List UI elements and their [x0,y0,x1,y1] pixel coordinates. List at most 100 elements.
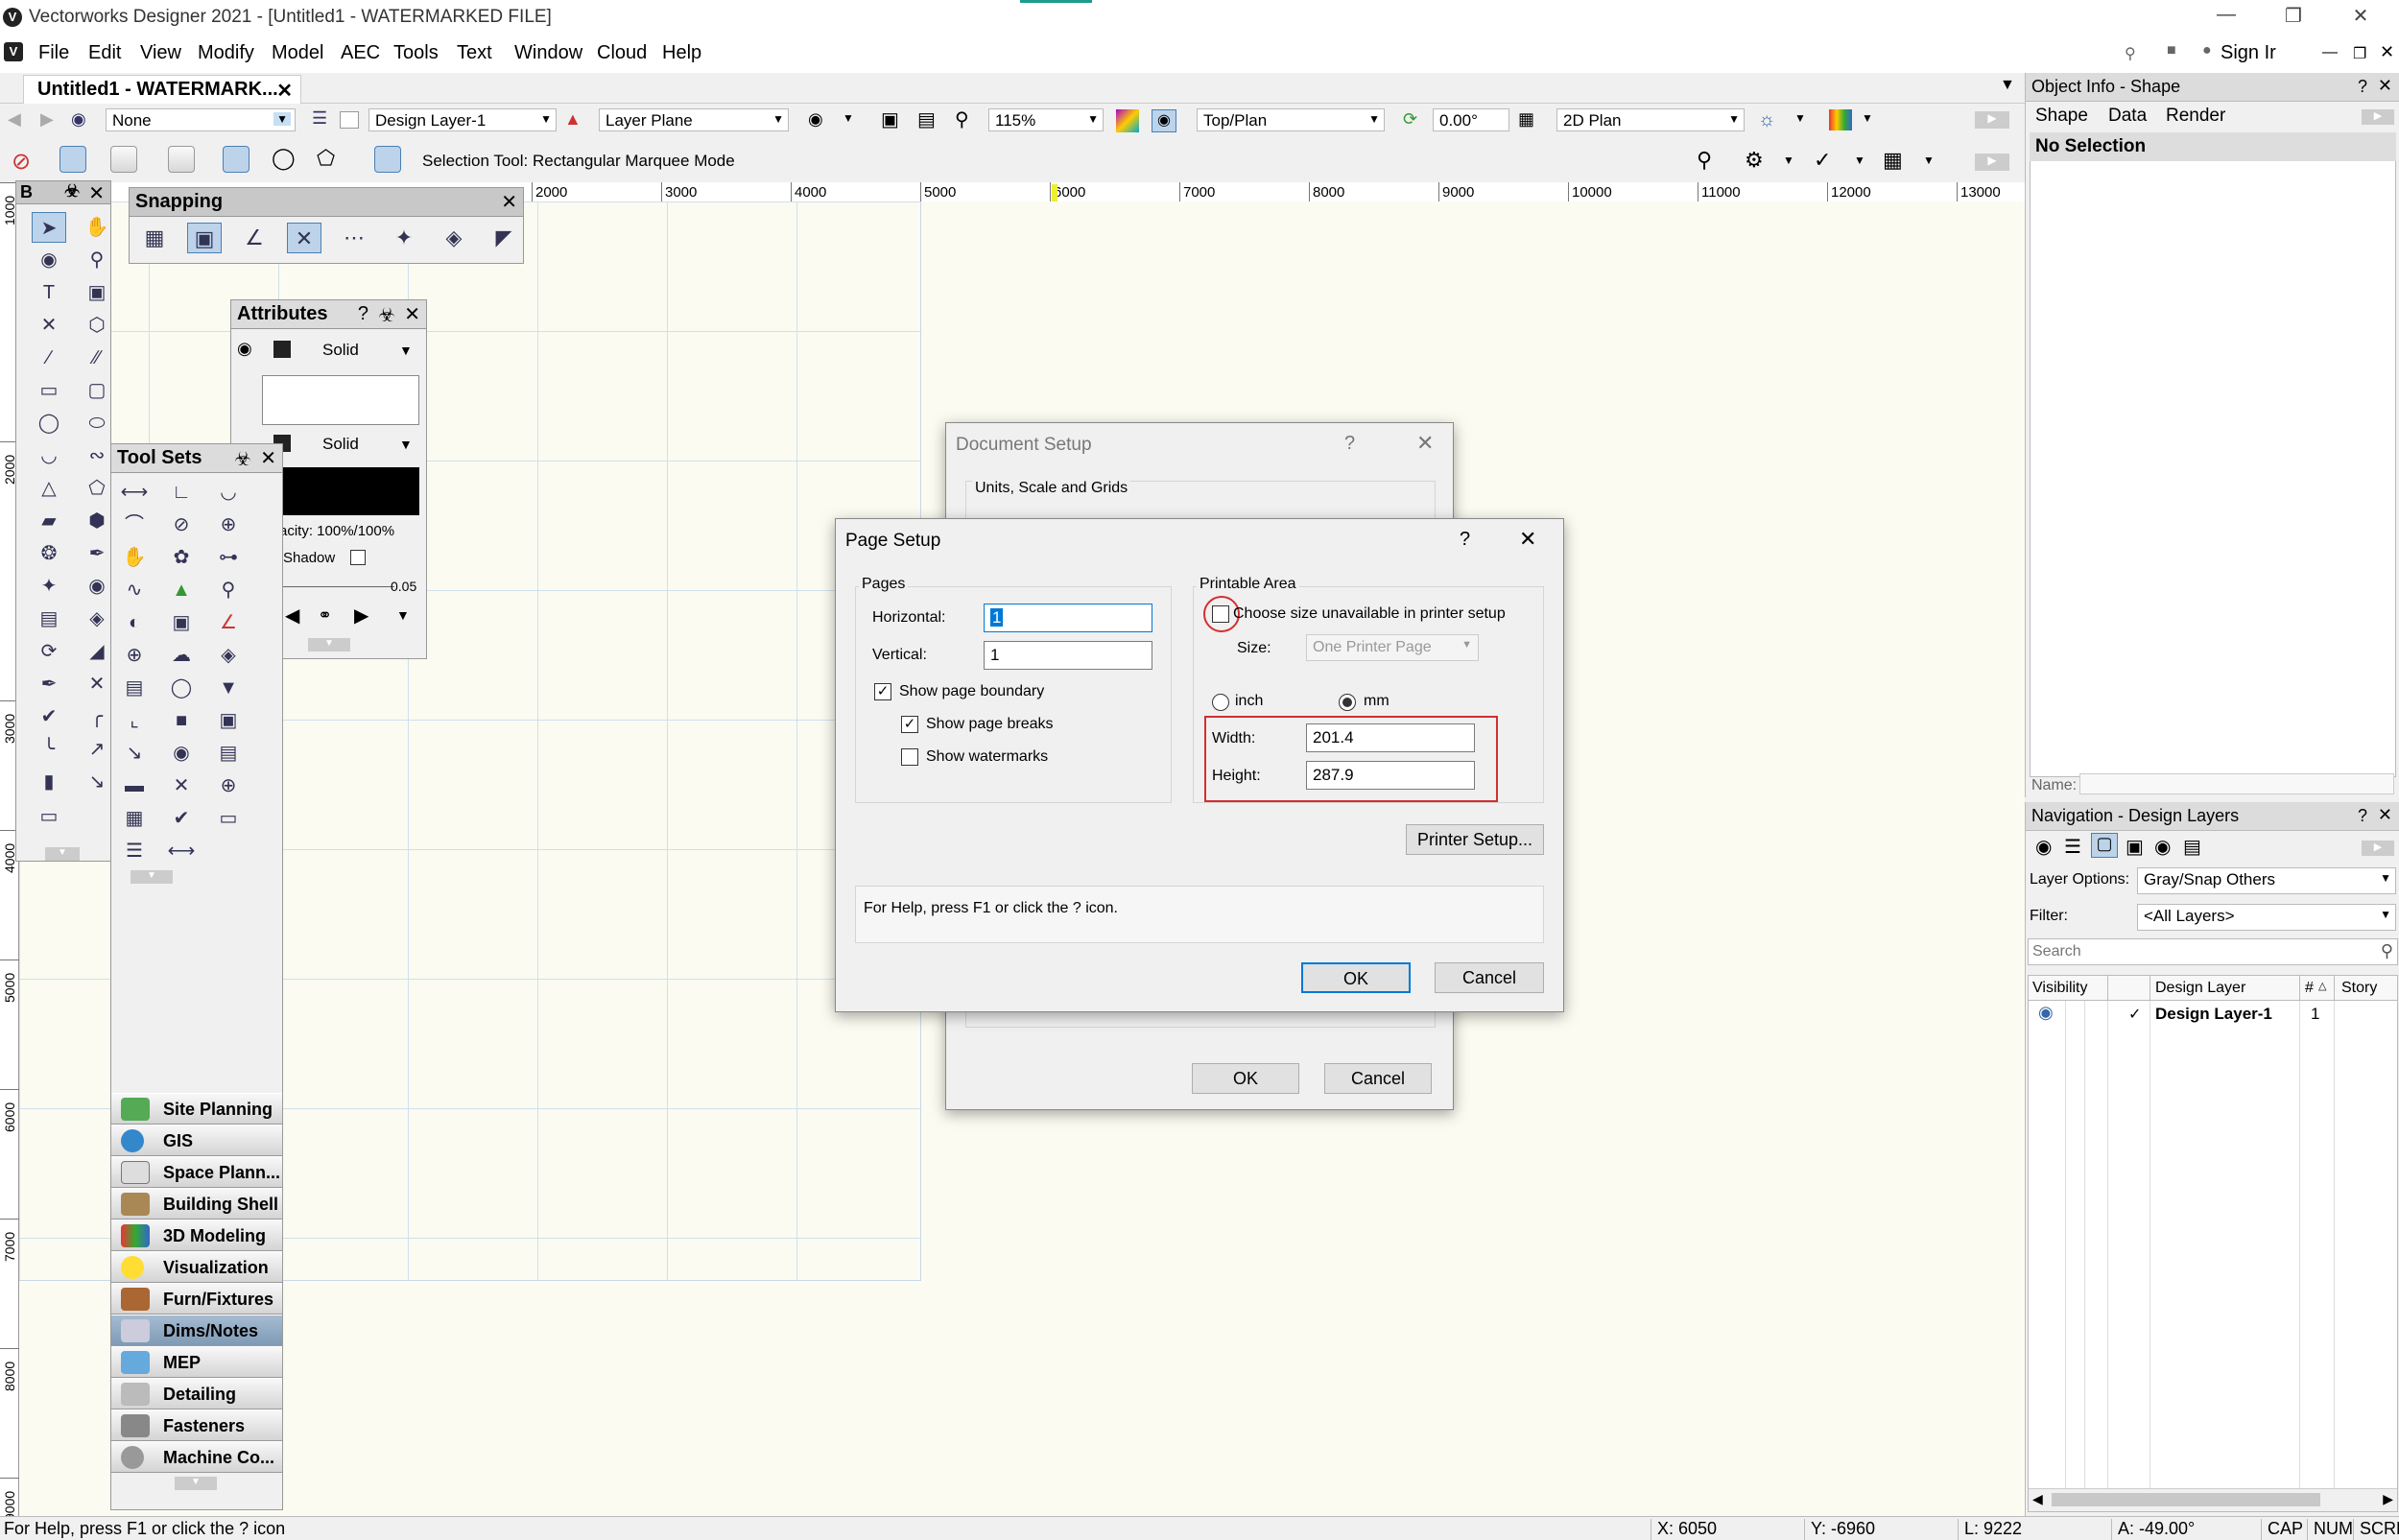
pick-up-chevron-icon[interactable]: ▼ [1854,154,1865,167]
drawing-label-tool[interactable]: ▤ [117,673,152,703]
navigation-header[interactable]: Navigation - Design Layers ? ✕ [2026,802,2399,831]
object-info-header[interactable]: Object Info - Shape ? ✕ [2026,73,2399,102]
north-arrow-tool[interactable]: ⊕ [117,640,152,671]
spiral-tool[interactable]: ❂ [32,538,66,569]
layer-color-swatch[interactable] [340,111,359,129]
line-tool[interactable]: ∕ [32,343,66,373]
classes-icon[interactable]: ◉ [2035,835,2052,859]
settings-chevron-icon[interactable]: ▼ [1783,154,1794,167]
mark-tool[interactable]: ⊕ [211,770,246,801]
close-tab-icon[interactable]: ✕ [276,79,293,103]
opacity-label[interactable]: acity: 100%/100% [279,523,394,539]
viewbar-expand-icon[interactable]: ▶ [1975,111,2009,129]
rounded-rectangle-tool[interactable]: ▢ [80,375,114,406]
toolset-visualization[interactable]: Visualization [111,1251,282,1283]
color-icon[interactable] [1829,109,1852,130]
filter-select[interactable]: <All Layers> ▼ [2137,904,2396,931]
redline-tool[interactable]: ∠ [211,607,246,638]
classify-chevron-icon[interactable]: ▼ [1923,154,1935,167]
shadow-checkbox[interactable] [350,550,366,565]
end-marker-icon[interactable]: ▶ [354,604,368,628]
layer-select[interactable]: Design Layer-1 ▼ [368,108,557,131]
level-tool[interactable]: ▲ [164,575,199,605]
modebar-expand-icon[interactable]: ▶ [1975,154,2009,171]
lines-tool[interactable]: ☰ [117,836,152,866]
line-weight-label[interactable]: 0.05 [391,579,416,594]
snap-to-grid-icon[interactable]: ▦ [137,223,172,253]
polygon-tool[interactable]: ⬠ [80,473,114,504]
doc-minimize-button[interactable]: — [2322,44,2338,61]
col-number[interactable]: # [2305,980,2314,997]
classify-icon[interactable]: ▦ [1883,148,1903,173]
spacing-tool[interactable]: ⟷ [164,836,199,866]
zoom-select[interactable]: 115% ▼ [988,108,1104,131]
double-polyline-tool[interactable]: ▰ [32,506,66,536]
document-setup-ok-button[interactable]: OK [1192,1063,1299,1094]
toolset-fasteners[interactable]: Fasteners [111,1410,282,1441]
menu-view[interactable]: View [140,42,181,64]
show-page-breaks-checkbox[interactable]: ✓ [901,716,918,733]
eyedropper-tool[interactable]: ✒ [80,538,114,569]
multiple-objects-mode-icon[interactable] [110,146,137,173]
snap-loupe-icon[interactable]: ⚲ [1697,148,1712,173]
break-line-tool[interactable]: ∿ [117,575,152,605]
leader-tool[interactable]: ◯ [164,673,199,703]
sheet-layers-icon[interactable]: ▣ [2126,835,2144,859]
minimize-button[interactable]: — [2207,4,2245,26]
bar-scale-tool[interactable]: ▬ [117,770,152,801]
tab-render[interactable]: Render [2166,106,2225,127]
section-elevation-tool[interactable]: ◐ [117,607,152,638]
search-field[interactable]: ⚲ [2028,938,2398,965]
fill-chevron-icon[interactable]: ▼ [399,343,413,358]
toolset-furn-fixtures[interactable]: Furn/Fixtures [111,1283,282,1315]
freehand-tool[interactable]: ∾ [80,440,114,471]
fill-style-label[interactable]: Solid [322,341,359,360]
render-palette-icon[interactable] [1116,109,1139,132]
marker-tool[interactable]: ▼ [211,673,246,703]
toolset-site-planning[interactable]: Site Planning [111,1093,282,1125]
inch-radio[interactable] [1212,694,1229,711]
rectangle-marquee-mode-icon[interactable] [223,146,249,173]
menu-modify[interactable]: Modify [198,42,254,64]
printer-setup-button[interactable]: Printer Setup... [1406,824,1544,855]
tab-list-chevron-icon[interactable]: ▼ [2000,77,2015,94]
reshape-tool[interactable]: ▤ [32,604,66,634]
dimension-tool[interactable]: ⟷ [117,477,152,508]
pick-up-icon[interactable]: ✓ [1814,148,1831,173]
height-input[interactable]: 287.9 [1306,761,1475,790]
double-line-tool[interactable]: ∕∕ [80,343,114,373]
design-layers-tab-icon[interactable]: ▢ [2091,833,2118,858]
stake-tool[interactable]: ✋ [117,542,152,573]
toolset-machine-components[interactable]: Machine Co... [111,1441,282,1473]
zoom-icon[interactable]: ⚲ [955,107,969,131]
arc-length-tool[interactable]: ◡ [211,477,246,508]
menu-text[interactable]: Text [457,42,492,64]
start-marker-icon[interactable]: ◀ [285,604,299,628]
close-window-button[interactable]: ✕ [2341,4,2380,28]
user-icon[interactable]: ● [2202,42,2212,59]
document-setup-close-button[interactable]: ✕ [1416,431,1434,456]
center-mark-tool[interactable]: ⊕ [211,509,246,540]
back-icon[interactable]: ◀ [8,109,21,130]
pen-chevron-icon[interactable]: ▼ [399,437,413,452]
basic-expand-icon[interactable]: ▼ [45,847,80,861]
attributes-palette-header[interactable]: Attributes? ☣ ✕ [231,300,426,329]
cross-tool[interactable]: ✕ [164,770,199,801]
size-select[interactable]: One Printer Page ▼ [1306,634,1479,661]
mirror-tool[interactable]: ◢ [80,636,114,667]
snapping-palette-header[interactable]: Snapping ✕ [130,188,523,217]
mm-radio[interactable] [1339,694,1356,711]
horizontal-input[interactable]: 1 [984,604,1152,632]
settings-gear-icon[interactable]: ⚙ [1745,148,1764,173]
page-setup-help-button[interactable]: ? [1460,529,1470,551]
snap-to-working-plane-icon[interactable]: ◤ [487,223,521,253]
color-chevron-icon[interactable]: ▼ [1862,111,1873,125]
lighting-chevron-icon[interactable]: ▼ [1794,111,1806,125]
menu-edit[interactable]: Edit [88,42,121,64]
menu-window[interactable]: Window [514,42,582,64]
basic-palette-header[interactable]: B ☣ ✕ [16,181,110,204]
cloud-tool[interactable]: ☁ [164,640,199,671]
class-icon[interactable]: ◉ [71,109,86,130]
connect-tool[interactable]: ↘ [80,767,114,797]
view-select[interactable]: Top/Plan ▼ [1197,108,1385,131]
